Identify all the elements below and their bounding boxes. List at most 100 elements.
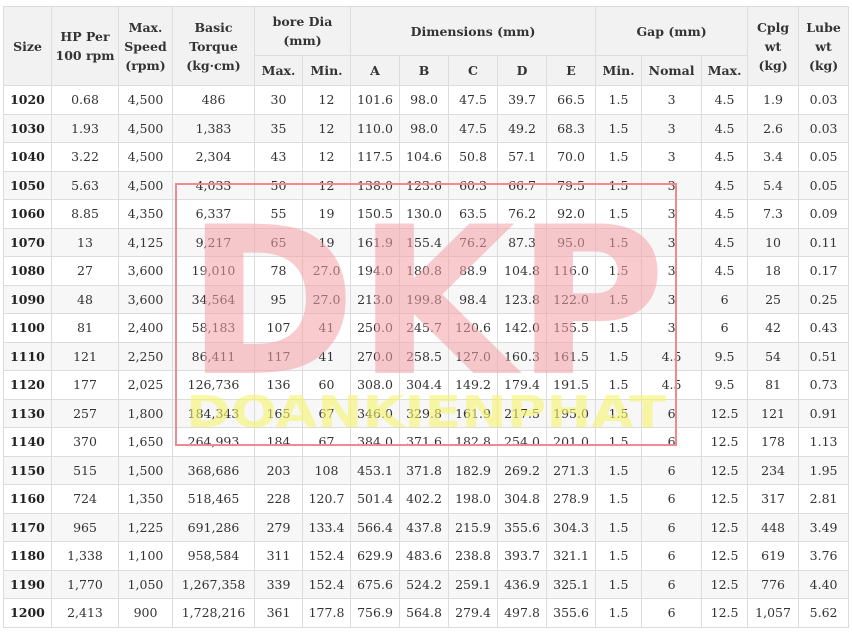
cell-dim-a: 501.4 [350, 484, 401, 514]
cell-dim-b: 104.6 [399, 142, 450, 172]
cell-gap-min: 1.5 [595, 256, 643, 286]
cell-hp-per-100rpm: 3.22 [51, 142, 119, 172]
cell-hp-per-100rpm: 724 [51, 484, 119, 514]
cell-dim-e: 191.5 [546, 370, 597, 400]
cell-dim-b: 371.8 [399, 455, 450, 485]
cell-hp-per-100rpm: 27 [51, 256, 119, 286]
cell-dim-b: 402.2 [399, 484, 450, 514]
header-dim-b: B [399, 55, 450, 86]
cell-dim-d: 497.8 [497, 598, 548, 628]
cell-gap-min: 1.5 [595, 313, 643, 343]
header-cplg-wt: Cplg wt (kg) [747, 6, 800, 86]
cell-hp-per-100rpm: 177 [51, 370, 119, 400]
cell-gap-min: 1.5 [595, 398, 643, 428]
cell-bore-min: 27.0 [301, 256, 352, 286]
cell-bore-max: 117 [254, 341, 303, 371]
cell-lube-wt: 4.40 [798, 569, 850, 599]
header-speed: Max. Speed (rpm) [118, 6, 173, 86]
cell-gap-min: 1.5 [595, 170, 643, 200]
cell-gap-max: 12.5 [701, 541, 749, 571]
cell-cplg-wt: 81 [747, 370, 800, 400]
cell-gap-nomal: 3 [641, 227, 703, 257]
cell-gap-max: 4.5 [701, 227, 749, 257]
cell-gap-max: 12.5 [701, 598, 749, 628]
cell-cplg-wt: 1,057 [747, 598, 800, 628]
cell-hp-per-100rpm: 8.85 [51, 199, 119, 229]
cell-dim-b: 98.0 [399, 85, 450, 115]
cell-dim-d: 160.3 [497, 341, 548, 371]
cell-dim-e: 92.0 [546, 199, 597, 229]
cell-dim-e: 195.0 [546, 398, 597, 428]
cell-dim-e: 155.5 [546, 313, 597, 343]
table-row: 1180 1,338 1,100 958,584 311 152.4 629.9 483.6 2… [3, 541, 850, 571]
cell-cplg-wt: 2.6 [747, 113, 800, 143]
table-row: 1080 27 3,600 19,010 78 27.0 194.0 180.8 88.9 104… [3, 256, 850, 286]
cell-size: 1190 [3, 569, 52, 599]
header-gap-max: Max. [701, 55, 749, 86]
cell-dim-e: 278.9 [546, 484, 597, 514]
cell-bore-min: 27.0 [301, 284, 352, 314]
cell-basic-torque: 34,564 [172, 284, 255, 314]
cell-size: 1090 [3, 284, 52, 314]
cell-basic-torque: 6,337 [172, 199, 255, 229]
cell-bore-min: 12 [301, 142, 352, 172]
cell-gap-max: 4.5 [701, 113, 749, 143]
cell-dim-e: 79.5 [546, 170, 597, 200]
cell-bore-min: 152.4 [301, 541, 352, 571]
cell-size: 1050 [3, 170, 52, 200]
cell-size: 1130 [3, 398, 52, 428]
cell-dim-d: 436.9 [497, 569, 548, 599]
cell-dim-e: 325.1 [546, 569, 597, 599]
cell-gap-max: 12.5 [701, 455, 749, 485]
cell-dim-e: 271.3 [546, 455, 597, 485]
coupling-spec-table: Size HP Per 100 rpm Max. Speed (rpm) Bas… [3, 6, 850, 628]
cell-lube-wt: 3.49 [798, 512, 850, 542]
cell-hp-per-100rpm: 48 [51, 284, 119, 314]
cell-bore-min: 67 [301, 427, 352, 457]
cell-cplg-wt: 776 [747, 569, 800, 599]
cell-bore-min: 19 [301, 227, 352, 257]
cell-dim-a: 308.0 [350, 370, 401, 400]
cell-bore-min: 41 [301, 341, 352, 371]
header-lube-wt: Lube wt (kg) [798, 6, 850, 86]
cell-dim-d: 123.8 [497, 284, 548, 314]
cell-dim-e: 68.3 [546, 113, 597, 143]
cell-gap-max: 6 [701, 284, 749, 314]
cell-bore-max: 203 [254, 455, 303, 485]
cell-basic-torque: 264,993 [172, 427, 255, 457]
table-row: 1140 370 1,650 264,993 184 67 384.0 371.6 182.8 2… [3, 427, 850, 457]
cell-dim-d: 87.3 [497, 227, 548, 257]
table-row: 1020 0.68 4,500 486 30 12 101.6 98.0 47.5 39.7 66.… [3, 85, 850, 115]
cell-basic-torque: 691,286 [172, 512, 255, 542]
cell-cplg-wt: 7.3 [747, 199, 800, 229]
cell-lube-wt: 0.17 [798, 256, 850, 286]
cell-hp-per-100rpm: 81 [51, 313, 119, 343]
cell-gap-nomal: 6 [641, 484, 703, 514]
cell-hp-per-100rpm: 370 [51, 427, 119, 457]
cell-basic-torque: 86,411 [172, 341, 255, 371]
header-bore-min: Min. [301, 55, 352, 86]
cell-dim-c: 279.4 [448, 598, 499, 628]
header-bore-max: Max. [254, 55, 303, 86]
cell-bore-min: 152.4 [301, 569, 352, 599]
cell-dim-b: 524.2 [399, 569, 450, 599]
cell-size: 1020 [3, 85, 52, 115]
cell-hp-per-100rpm: 515 [51, 455, 119, 485]
cell-dim-d: 66.7 [497, 170, 548, 200]
cell-gap-min: 1.5 [595, 341, 643, 371]
table-row: 1040 3.22 4,500 2,304 43 12 117.5 104.6 50.8 57.1… [3, 142, 850, 172]
table-row: 1110 121 2,250 86,411 117 41 270.0 258.5 127.0 16… [3, 341, 850, 371]
cell-dim-e: 304.3 [546, 512, 597, 542]
cell-cplg-wt: 5.4 [747, 170, 800, 200]
cell-gap-max: 6 [701, 313, 749, 343]
cell-size: 1070 [3, 227, 52, 257]
cell-bore-max: 50 [254, 170, 303, 200]
cell-hp-per-100rpm: 257 [51, 398, 119, 428]
cell-max-speed: 4,500 [118, 142, 173, 172]
table-row: 1170 965 1,225 691,286 279 133.4 566.4 437.8 215… [3, 512, 850, 542]
cell-bore-min: 108 [301, 455, 352, 485]
cell-max-speed: 2,250 [118, 341, 173, 371]
table-row: 1150 515 1,500 368,686 203 108 453.1 371.8 182.9… [3, 455, 850, 485]
cell-dim-c: 238.8 [448, 541, 499, 571]
cell-hp-per-100rpm: 0.68 [51, 85, 119, 115]
